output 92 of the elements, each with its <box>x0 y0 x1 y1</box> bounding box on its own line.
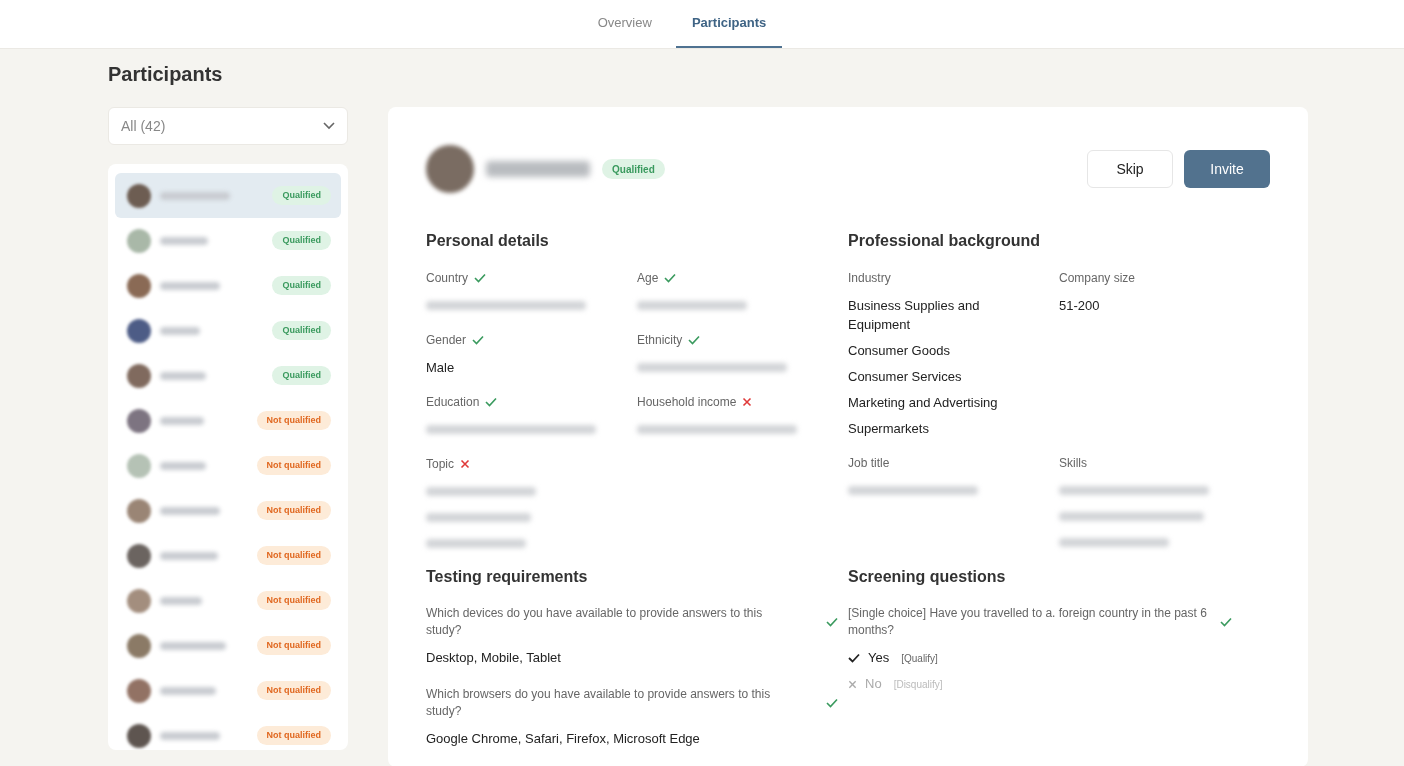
section-title: Testing requirements <box>426 567 589 587</box>
filter-dropdown[interactable]: All (42) <box>108 107 348 145</box>
participant-row[interactable]: Not qualified <box>115 623 341 668</box>
status-badge: Not qualified <box>256 411 331 430</box>
avatar <box>127 408 151 433</box>
field-label: Industry <box>848 270 891 287</box>
participant-row[interactable]: Not qualified <box>115 533 341 578</box>
blurred-name <box>160 551 218 560</box>
field-label: Skills <box>1059 455 1087 472</box>
field-value: 51-200 <box>1059 297 1101 315</box>
blurred-name <box>160 191 230 200</box>
tab[interactable]: Participants <box>675 0 783 48</box>
status-badge: Not qualified <box>256 456 331 475</box>
option-rule: [Qualify] <box>901 651 938 666</box>
status-badge: Qualified <box>272 231 331 250</box>
blurred-name <box>160 731 220 740</box>
field-label: Country <box>426 270 469 287</box>
participant-row[interactable]: Qualified <box>115 308 341 353</box>
participant-row[interactable]: Not qualified <box>115 713 341 750</box>
field-label: Topic <box>426 456 454 473</box>
option-label: Yes <box>868 649 890 668</box>
participant-row[interactable]: Not qualified <box>115 398 341 443</box>
field-value: Business Supplies and Equipment <box>848 297 981 334</box>
invite-button[interactable]: Invite <box>1184 150 1270 188</box>
field-label: Gender <box>426 332 467 349</box>
status-badge: Not qualified <box>256 501 331 520</box>
field-label: Household income <box>637 394 737 411</box>
question-text: Which devices do you have available to provide answers to this study? <box>426 605 764 639</box>
answer-text: Google Chrome, Safari, Firefox, Microsoft Edge <box>426 729 701 748</box>
participant-row[interactable]: Not qualified <box>115 668 341 713</box>
avatar <box>127 363 151 388</box>
participant-row[interactable]: Qualified <box>115 263 341 308</box>
blurred-name <box>160 686 216 695</box>
chevron-down-icon <box>323 122 335 130</box>
option-label: No <box>865 675 882 694</box>
field-label: Education <box>426 394 480 411</box>
avatar <box>127 543 151 568</box>
status-badge: Not qualified <box>256 591 331 610</box>
question-text: [Single choice] Have you travelled to a. foreign country in the past 6 months? <box>848 605 1208 639</box>
status-badge: Qualified <box>272 321 331 340</box>
participant-row[interactable]: Qualified <box>115 218 341 263</box>
participant-row[interactable]: Not qualified <box>115 578 341 623</box>
blurred-name <box>160 281 220 290</box>
status-badge: Not qualified <box>256 726 331 745</box>
blurred-name <box>160 371 206 380</box>
status-badge: Qualified <box>272 186 331 205</box>
answer-text: Desktop, Mobile, Tablet <box>426 649 562 667</box>
section-title: Screening questions <box>848 567 1007 587</box>
participant-row[interactable]: Not qualified <box>115 488 341 533</box>
status-badge: Not qualified <box>256 681 331 700</box>
tab[interactable]: Overview <box>581 0 668 48</box>
blurred-name <box>160 326 200 335</box>
option-rule: [Disqualify] <box>893 677 943 692</box>
field-label: Ethnicity <box>637 332 683 349</box>
participant-row[interactable]: Qualified <box>115 173 341 218</box>
blurred-name <box>160 461 206 470</box>
field-value: Supermarkets <box>848 420 930 438</box>
status-badge: Not qualified <box>256 636 331 655</box>
avatar <box>127 678 151 703</box>
section-title: Professional background <box>848 231 1042 251</box>
status-badge: Qualified <box>272 276 331 295</box>
field-value: Marketing and Advertising <box>848 394 999 412</box>
avatar <box>127 228 151 253</box>
avatar <box>127 588 151 613</box>
question-text: Which browsers do you have available to provide answers to this study? <box>426 685 772 720</box>
field-value: Consumer Goods <box>848 342 951 360</box>
avatar <box>127 498 151 523</box>
avatar <box>127 273 151 298</box>
skip-button[interactable]: Skip <box>1087 150 1173 188</box>
blurred-name <box>160 506 220 515</box>
blurred-name <box>160 641 226 650</box>
avatar <box>426 145 474 193</box>
field-label: Company size <box>1059 270 1136 287</box>
participant-row[interactable]: Qualified <box>115 353 341 398</box>
avatar <box>127 723 151 748</box>
avatar <box>127 183 151 208</box>
avatar <box>127 633 151 658</box>
avatar <box>127 453 151 478</box>
blurred-name <box>160 596 202 605</box>
status-badge: Not qualified <box>256 546 331 565</box>
status-badge: Qualified <box>602 159 665 179</box>
page-title: Participants <box>108 62 224 86</box>
participant-row[interactable]: Not qualified <box>115 443 341 488</box>
field-value: Male <box>426 359 456 377</box>
field-label: Age <box>637 270 659 287</box>
field-label: Job title <box>848 455 890 472</box>
blurred-name <box>160 416 204 425</box>
field-value: Consumer Services <box>848 368 963 386</box>
section-title: Personal details <box>426 231 550 251</box>
avatar <box>127 318 151 343</box>
status-badge: Qualified <box>272 366 331 385</box>
blurred-name <box>160 236 208 245</box>
